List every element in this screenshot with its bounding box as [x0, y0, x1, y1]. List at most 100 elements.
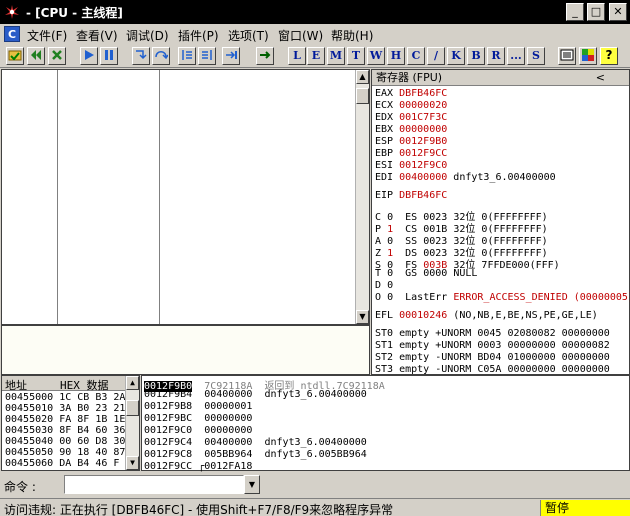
- minimize-button[interactable]: _: [566, 3, 584, 21]
- registers-header[interactable]: 寄存器 (FPU) <: [372, 70, 629, 86]
- ollydbg-bug-icon: [5, 5, 19, 19]
- scroll-down-icon[interactable]: ▼: [126, 456, 139, 470]
- scroll-up-icon[interactable]: ▲: [126, 376, 139, 390]
- fpu-row[interactable]: ST1 empty +UNORM 0003 00000000 00000082: [375, 340, 610, 351]
- status-message: 访问违规: 正在执行 [DBFB46FC] - 使用Shift+F7/F8/F9…: [4, 503, 394, 516]
- fpu-row[interactable]: ST0 empty +UNORM 0045 02080082 00000000: [375, 328, 610, 339]
- toolbar-cpu-button[interactable]: C: [407, 47, 425, 65]
- fpu-row[interactable]: ST3 empty -UNORM C05A 00000000 00000000: [375, 364, 610, 375]
- toolbar-memory-button[interactable]: M: [327, 47, 345, 65]
- menu-options[interactable]: 选项(T): [228, 27, 269, 44]
- maximize-button[interactable]: □: [587, 3, 605, 21]
- stack-pane[interactable]: 0012F9B0 7C92118A 返回到 ntdll.7C92118A 001…: [141, 375, 630, 472]
- dump-row[interactable]: 00455030 8F B4 60 36: [5, 425, 125, 436]
- toolbar: L E M T W H C / K B R ... S ?: [0, 44, 630, 68]
- dump-column-address[interactable]: 地址: [5, 377, 27, 393]
- close-button[interactable]: ✕: [609, 3, 627, 21]
- toolbar-callstack-button[interactable]: K: [447, 47, 465, 65]
- command-input[interactable]: [64, 475, 244, 494]
- register-efl[interactable]: EFL 00010246 (NO,NB,E,BE,NS,PE,GE,LE): [375, 310, 598, 321]
- disassembly-column-divider: [57, 70, 58, 324]
- dump-header: 地址 HEX 数据: [2, 376, 127, 393]
- restart-icon[interactable]: [27, 47, 45, 65]
- stack-row[interactable]: 0012F9C8 005BB964 dnfyt3_6.005BB964: [144, 449, 367, 460]
- toolbar-log-button[interactable]: L: [288, 47, 306, 65]
- stack-row[interactable]: 0012F9C0 00000000: [144, 425, 264, 436]
- toolbar-runtrace-button[interactable]: ...: [507, 47, 525, 65]
- register-ebx[interactable]: EBX 00000000: [375, 124, 447, 135]
- toolbar-references-button[interactable]: R: [487, 47, 505, 65]
- menu-bar: C 文件(F) 查看(V) 调试(D) 插件(P) 选项(T) 窗口(W) 帮助…: [0, 24, 630, 44]
- step-into-icon[interactable]: [132, 47, 150, 65]
- toolbar-threads-button[interactable]: T: [347, 47, 365, 65]
- registers-pane[interactable]: 寄存器 (FPU) < EAX DBFB46FC ECX 00000020 ED…: [371, 69, 630, 375]
- toolbar-source-button[interactable]: S: [527, 47, 545, 65]
- step-over-icon[interactable]: [152, 47, 170, 65]
- command-label: 命令 :: [4, 480, 36, 494]
- flag-row[interactable]: D 0: [375, 280, 393, 291]
- command-bar: 命令 : ▼: [0, 473, 630, 497]
- dump-row[interactable]: 00455020 FA 8F 1B 1E: [5, 414, 125, 425]
- fpu-row[interactable]: ST2 empty -UNORM BD04 01000000 00000000: [375, 352, 610, 363]
- dump-pane[interactable]: 地址 HEX 数据 00455000 1C CB B3 2A 00455010 …: [1, 375, 140, 471]
- menu-plugins[interactable]: 插件(P): [178, 27, 219, 44]
- stack-row[interactable]: 0012F9B4 00400000 dnfyt3_6.00400000: [144, 389, 367, 400]
- disassembly-column-divider: [159, 70, 160, 324]
- register-eax[interactable]: EAX DBFB46FC: [375, 88, 447, 99]
- cpu-window-icon[interactable]: C: [4, 26, 20, 42]
- toolbar-patches-button[interactable]: /: [427, 47, 445, 65]
- appearance-icon[interactable]: [579, 47, 597, 65]
- dump-row[interactable]: 00455010 3A B0 23 21: [5, 403, 125, 414]
- scroll-thumb[interactable]: [126, 400, 139, 416]
- dump-row[interactable]: 00455060 DA B4 46 F: [5, 458, 119, 469]
- go-to-icon[interactable]: [256, 47, 274, 65]
- status-bar: 访问违规: 正在执行 [DBFB46FC] - 使用Shift+F7/F8/F9…: [0, 498, 630, 516]
- stack-row[interactable]: 0012F9CC ┌0012FA18: [144, 461, 252, 472]
- dump-row[interactable]: 00455040 00 60 D8 30: [5, 436, 125, 447]
- scroll-thumb[interactable]: [356, 88, 369, 104]
- register-edx[interactable]: EDX 001C7F3C: [375, 112, 447, 123]
- register-esi[interactable]: ESI 0012F9C0: [375, 160, 447, 171]
- window-title: - [CPU - 主线程]: [26, 6, 123, 20]
- flag-row[interactable]: T 0 GS 0000 NULL: [375, 268, 477, 279]
- register-eip[interactable]: EIP DBFB46FC: [375, 190, 447, 201]
- menu-window[interactable]: 窗口(W): [278, 27, 323, 44]
- execute-till-return-icon[interactable]: [222, 47, 240, 65]
- scroll-down-icon[interactable]: ▼: [356, 310, 369, 324]
- menu-help[interactable]: 帮助(H): [331, 27, 373, 44]
- dump-row[interactable]: 00455050 90 18 40 87: [5, 447, 125, 458]
- toolbar-handles-button[interactable]: H: [387, 47, 405, 65]
- menu-view[interactable]: 查看(V): [76, 27, 118, 44]
- open-icon[interactable]: [6, 47, 24, 65]
- disassembly-pane[interactable]: ▲ ▼: [1, 69, 370, 325]
- lasterr-row[interactable]: O 0 LastErr ERROR_ACCESS_DENIED (0000000…: [375, 292, 630, 303]
- pause-icon[interactable]: [100, 47, 118, 65]
- menu-file[interactable]: 文件(F): [27, 27, 67, 44]
- run-icon[interactable]: [80, 47, 98, 65]
- chevron-down-icon[interactable]: ▼: [244, 475, 260, 494]
- debug-options-icon[interactable]: [558, 47, 576, 65]
- info-pane: [1, 325, 370, 375]
- register-esp[interactable]: ESP 0012F9B0: [375, 136, 447, 147]
- dump-row[interactable]: 00455000 1C CB B3 2A: [5, 392, 125, 403]
- chevron-left-icon[interactable]: <: [596, 70, 605, 85]
- register-edi[interactable]: EDI 00400000 dnfyt3_6.00400000: [375, 172, 556, 183]
- register-ebp[interactable]: EBP 0012F9CC: [375, 148, 447, 159]
- toolbar-modules-button[interactable]: E: [307, 47, 325, 65]
- debugger-state: 暂停: [540, 500, 630, 516]
- register-ecx[interactable]: ECX 00000020: [375, 100, 447, 111]
- menu-debug[interactable]: 调试(D): [126, 27, 169, 44]
- close-program-icon[interactable]: [48, 47, 66, 65]
- trace-into-icon[interactable]: [178, 47, 196, 65]
- help-icon[interactable]: ?: [600, 47, 618, 65]
- scroll-up-icon[interactable]: ▲: [356, 70, 369, 84]
- disassembly-scrollbar[interactable]: ▲ ▼: [355, 70, 369, 324]
- dump-column-hex[interactable]: HEX 数据: [60, 377, 109, 393]
- stack-row[interactable]: 0012F9B8 00000001: [144, 401, 264, 412]
- dump-scrollbar[interactable]: ▲ ▼: [125, 376, 139, 470]
- stack-row[interactable]: 0012F9BC 00000000: [144, 413, 264, 424]
- toolbar-windows-button[interactable]: W: [367, 47, 385, 65]
- toolbar-breakpoints-button[interactable]: B: [467, 47, 485, 65]
- stack-row[interactable]: 0012F9C4 00400000 dnfyt3_6.00400000: [144, 437, 367, 448]
- trace-over-icon[interactable]: [198, 47, 216, 65]
